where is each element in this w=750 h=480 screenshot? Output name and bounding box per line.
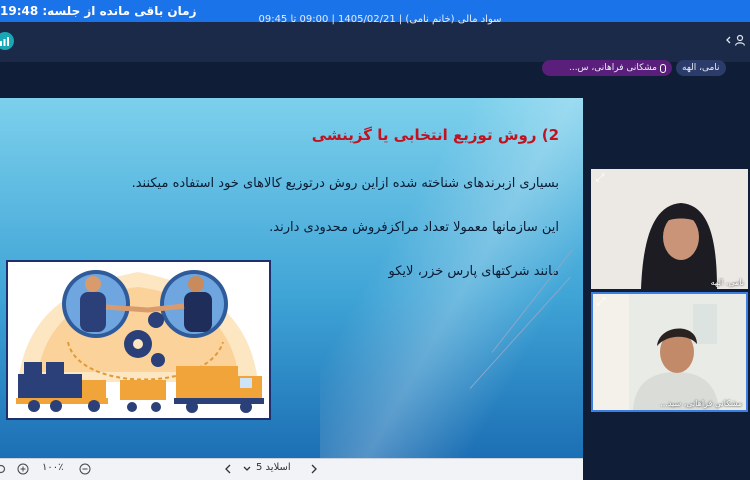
participant-chip[interactable]: نامی، الهه [676,60,726,76]
participant-video-image [593,294,746,410]
slide-text-line: این سازمانها معمولا تعداد مراکزفروش محدو… [269,220,559,235]
time-remaining-text: زمان باقی مانده از جلسه: 19:48 [0,4,197,18]
expand-icon[interactable]: ⤢ [594,172,606,184]
slide-text-line: مانند شرکتهای پارس خزر، لایکو [388,264,559,279]
chevron-down-icon[interactable] [243,466,251,472]
meeting-header [0,22,750,62]
participant-name: مشکانی فراهانی، س... [568,63,657,73]
presentation-slide: 2) روش توزیع انتخابی یا گزینشی بسیاری از… [0,98,583,458]
zoom-in-icon[interactable] [17,463,29,475]
chevron-left-icon[interactable] [725,36,732,44]
settings-icon[interactable] [0,464,6,474]
video-participant-name: نامی، الهه [710,278,744,287]
user-icon[interactable] [734,34,746,46]
video-tile-active[interactable]: ⤢ مشکانی فراهانی، سید... [591,292,748,412]
participant-name: نامی، الهه [682,63,720,73]
chart-bars-icon [0,37,9,46]
video-tile[interactable]: ⤢ نامی، الهه [591,169,748,289]
prev-slide-button[interactable] [224,464,232,474]
distribution-illustration [6,260,271,420]
slide-text-line: بسیاری ازبرندهای شناخته شده ازاین روش در… [131,176,559,191]
zoom-out-icon[interactable] [79,463,91,475]
meeting-window: زمان باقی مانده از جلسه: 19:48 سواد مالی… [0,0,750,480]
participant-video-image [591,169,748,289]
slide-heading: 2) روش توزیع انتخابی یا گزینشی [311,126,559,144]
participant-chip-speaking[interactable]: مشکانی فراهانی، س... [542,60,672,76]
video-participant-name: مشکانی فراهانی، سید... [660,399,742,408]
expand-icon[interactable]: ⤢ [595,296,607,308]
mic-icon [660,63,666,73]
meeting-title: سواد مالی (خانم نامی) | 1405/02/21 | 09:… [258,14,502,25]
handshake-trucks-image [8,262,269,418]
zoom-level: ۱۰۰٪ [42,462,64,473]
next-slide-button[interactable] [310,464,318,474]
slide-number-label[interactable]: اسلاید 5 [256,462,291,473]
